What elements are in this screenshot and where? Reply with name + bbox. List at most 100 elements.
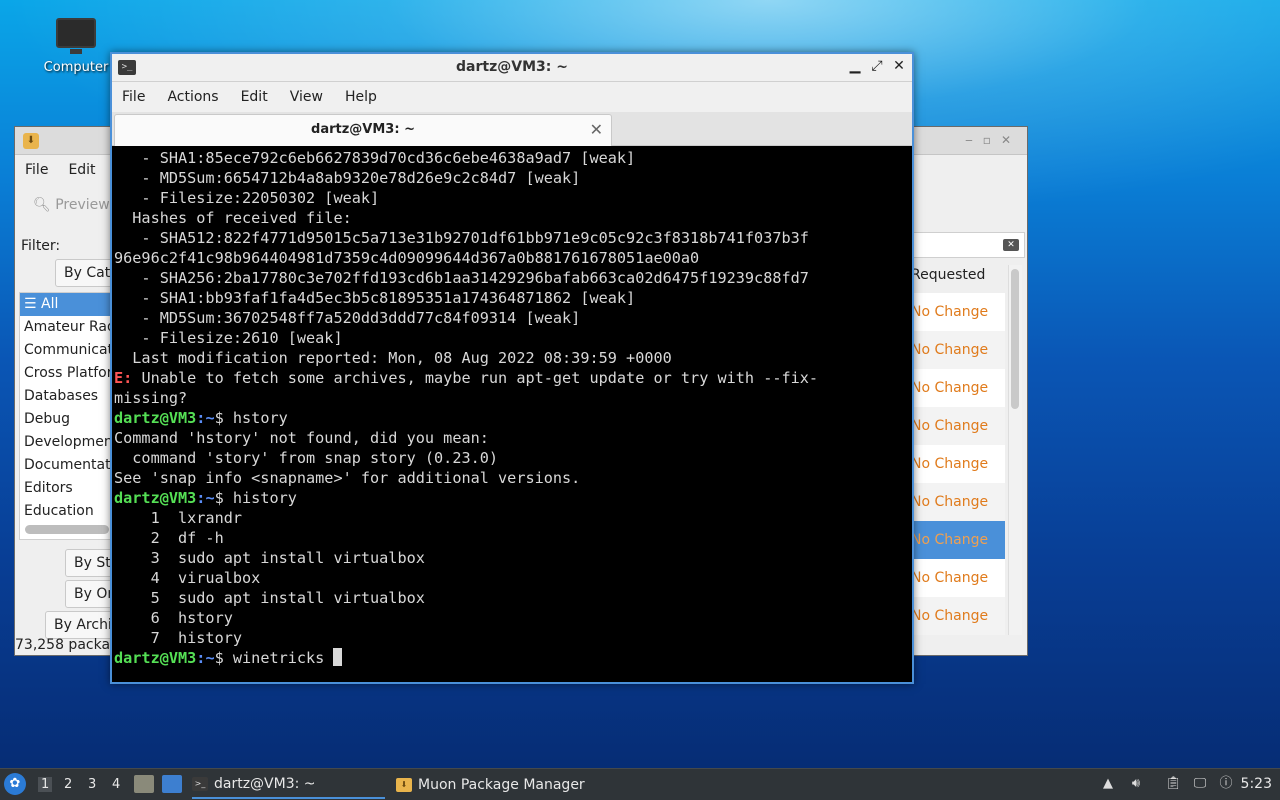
history-line: 7 history [114, 629, 243, 647]
show-desktop-icon[interactable] [162, 775, 182, 793]
clear-search-icon[interactable]: ✕ [1003, 239, 1019, 251]
network-icon[interactable]: 🖵 [1192, 776, 1208, 792]
volume-icon[interactable]: 🔊︎ [1128, 776, 1144, 792]
maximize-icon[interactable]: ⤢ [870, 58, 884, 74]
requested-cell: No Change [911, 456, 989, 472]
output-line: Command 'hstory' not found, did you mean… [114, 429, 489, 447]
category-item-all[interactable]: ☰ All [20, 293, 114, 316]
taskbar-task-terminal[interactable]: >_ dartz@VM3: ~ [192, 771, 385, 799]
output-line: Hashes of received file: [114, 209, 352, 227]
muon-window-controls[interactable]: ‒▫✕ [965, 133, 1021, 147]
menu-help[interactable]: Help [345, 89, 377, 105]
requested-cell: No Change [911, 304, 989, 320]
preview-label: Preview [55, 197, 110, 213]
start-menu-icon[interactable]: ✿ [4, 773, 26, 795]
workspace-4[interactable]: 4 [112, 777, 120, 792]
output-line: See 'snap info <snapname>' for additiona… [114, 469, 581, 487]
category-list[interactable]: ☰ All Amateur Radio Communication Cross … [19, 292, 115, 540]
tab-close-icon[interactable]: ✕ [590, 120, 603, 139]
requested-cell: No Change [911, 380, 989, 396]
current-prompt-line[interactable]: dartz@VM3:~$ winetricks [114, 648, 910, 668]
taskbar-task-muon[interactable]: ⬇ Muon Package Manager [396, 771, 606, 799]
category-item[interactable]: Development [20, 431, 114, 454]
category-item[interactable]: Communication [20, 339, 114, 362]
category-item[interactable]: Documentation [20, 454, 114, 477]
package-list-scrollbar[interactable] [1011, 269, 1019, 409]
history-line: 1 lxrandr [114, 509, 243, 527]
category-item[interactable]: Amateur Radio [20, 316, 114, 339]
search-icon: 🔍︎ [33, 197, 56, 213]
terminal-title: dartz@VM3: ~ [456, 59, 568, 75]
close-icon[interactable]: ✕ [892, 58, 906, 74]
output-line: - SHA1:bb93faf1fa4d5ec3b5c81895351a17436… [114, 289, 636, 307]
category-item[interactable]: Cross Platform [20, 362, 114, 385]
by-category-button[interactable]: By Categ [55, 259, 115, 287]
prompt-line: dartz@VM3:~$ hstory [114, 409, 288, 427]
update-notifier-icon[interactable]: ▲ [1100, 776, 1116, 792]
by-architecture-button[interactable]: By Archi [45, 611, 115, 639]
file-manager-icon[interactable] [134, 775, 154, 793]
desktop-computer-icon[interactable]: Computer [40, 18, 112, 75]
requested-cell: No Change [909, 407, 1005, 445]
error-line: E: Unable to fetch some archives, maybe … [114, 369, 819, 387]
history-line: 4 virualbox [114, 569, 261, 587]
workspace-3[interactable]: 3 [88, 777, 96, 792]
error-line-cont: missing? [114, 389, 188, 407]
notification-icon[interactable]: ⓘ [1218, 776, 1234, 792]
taskbar-task-terminal-label: dartz@VM3: ~ [214, 776, 316, 792]
output-line: - SHA256:2ba17780c3e702ffd193cd6b1aa3142… [114, 269, 809, 287]
requested-cell: No Change [909, 331, 1005, 369]
terminal-menubar: File Actions Edit View Help [112, 82, 912, 112]
category-item[interactable]: Editors [20, 477, 114, 500]
output-line: - MD5Sum:6654712b4a8ab9320e78d26e9c2c84d… [114, 169, 581, 187]
output-line: - SHA512:822f4771d95015c5a713e31b92701df… [114, 229, 809, 247]
history-line: 6 hstory [114, 609, 233, 627]
requested-cell: No Change [909, 483, 1005, 521]
output-line: 96e96c2f41c98b964404981d7359c4d09099644d… [114, 249, 700, 267]
output-line: - Filesize:22050302 [weak] [114, 189, 380, 207]
text-cursor [333, 648, 343, 666]
requested-column-header[interactable]: Requested [911, 267, 985, 283]
desktop-computer-label: Computer [43, 60, 109, 75]
output-line: - MD5Sum:36702548ff7a520dd3ddd77c84f0931… [114, 309, 581, 327]
output-line: - Filesize:2610 [weak] [114, 329, 343, 347]
terminal-task-icon: >_ [192, 777, 208, 791]
category-item[interactable]: Debug [20, 408, 114, 431]
terminal-output[interactable]: - SHA1:85ece792c6eb6627839d70cd36c6ebe46… [114, 148, 910, 682]
output-line: Last modification reported: Mon, 08 Aug … [114, 349, 672, 367]
preview-button[interactable]: 🔍︎ Preview [33, 197, 110, 213]
terminal-tab-label: dartz@VM3: ~ [311, 122, 415, 137]
history-line: 3 sudo apt install virtualbox [114, 549, 425, 567]
by-origin-button[interactable]: By Ori [65, 580, 115, 608]
muon-menu-edit[interactable]: Edit [68, 162, 95, 178]
menu-edit[interactable]: Edit [241, 89, 268, 105]
requested-cell-selected: No Change [909, 521, 1005, 559]
output-line: command 'story' from snap story (0.23.0) [114, 449, 499, 467]
by-status-button[interactable]: By Sta [65, 549, 115, 577]
terminal-tab[interactable]: dartz@VM3: ~ ✕ [114, 114, 612, 146]
clock[interactable]: 5:23 [1241, 776, 1272, 792]
history-line: 5 sudo apt install virtualbox [114, 589, 425, 607]
menu-actions[interactable]: Actions [167, 89, 218, 105]
requested-column[interactable]: No Change No Change No Change No Change … [909, 293, 1005, 635]
terminal-tabbar: dartz@VM3: ~ ✕ [112, 112, 912, 146]
category-item[interactable]: Databases [20, 385, 114, 408]
filter-label: Filter: [21, 238, 61, 254]
taskbar-task-muon-label: Muon Package Manager [418, 777, 585, 793]
clipboard-icon[interactable]: 📋︎ [1165, 776, 1182, 792]
workspace-2[interactable]: 2 [64, 777, 72, 792]
menu-view[interactable]: View [290, 89, 323, 105]
history-line: 2 df -h [114, 529, 224, 547]
taskbar: ✿ 1 2 3 4 >_ dartz@VM3: ~ ⬇ Muon Package… [0, 768, 1280, 800]
requested-cell: No Change [911, 570, 989, 586]
output-line: - SHA1:85ece792c6eb6627839d70cd36c6ebe46… [114, 149, 636, 167]
prompt-line: dartz@VM3:~$ history [114, 489, 297, 507]
category-scrollbar[interactable] [25, 525, 109, 534]
terminal-window[interactable]: >_ dartz@VM3: ~ ▁ ⤢ ✕ File Actions Edit … [110, 52, 914, 684]
menu-file[interactable]: File [122, 89, 145, 105]
workspace-1[interactable]: 1 [38, 777, 53, 792]
terminal-titlebar[interactable]: >_ dartz@VM3: ~ ▁ ⤢ ✕ [112, 54, 912, 82]
minimize-icon[interactable]: ▁ [848, 58, 862, 74]
muon-menu-file[interactable]: File [25, 162, 48, 178]
category-item[interactable]: Education [20, 500, 114, 523]
